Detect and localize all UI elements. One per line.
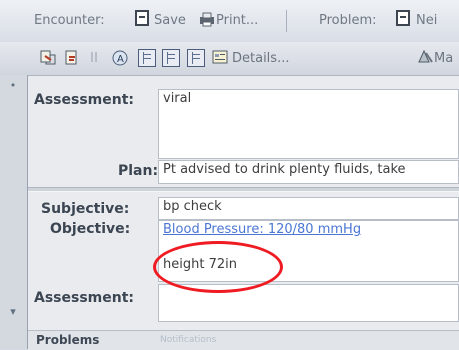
- assessment-label: Assessment:: [34, 92, 135, 108]
- tab-notifications[interactable]: Notifications: [160, 335, 216, 345]
- blood-pressure-link[interactable]: Blood Pressure: 120/80 mmHg: [163, 222, 454, 237]
- section-divider: [28, 187, 459, 192]
- layout-three-icon[interactable]: [187, 49, 205, 67]
- subjective-label: Subjective:: [41, 201, 130, 217]
- details-icon[interactable]: [211, 48, 229, 66]
- main-toolbar: Encounter: Save Print... Problem: Nei: [0, 0, 459, 43]
- new-document-icon[interactable]: [396, 10, 410, 26]
- new-button[interactable]: Nei: [416, 13, 437, 28]
- bottom-tab-bar: Problems Notifications: [28, 330, 459, 350]
- scroll-up-icon[interactable]: •: [7, 80, 19, 92]
- paste-icon[interactable]: [63, 49, 81, 67]
- details-button[interactable]: Details...: [232, 51, 289, 66]
- objective-field[interactable]: Blood Pressure: 120/80 mmHg height 72in: [158, 220, 459, 282]
- encounter-label: Encounter:: [34, 13, 105, 28]
- print-button[interactable]: Print...: [216, 13, 258, 28]
- print-icon[interactable]: [198, 10, 216, 28]
- objective-label: Objective:: [50, 221, 131, 237]
- layout-one-icon[interactable]: [138, 49, 156, 67]
- subjective-field[interactable]: bp check: [158, 197, 459, 220]
- left-scroll-panel[interactable]: • ▾: [0, 75, 28, 349]
- assessment-field[interactable]: viral: [158, 89, 459, 159]
- secondary-toolbar: A Details... Ma: [0, 42, 459, 76]
- more-icon[interactable]: [416, 48, 434, 66]
- plan-field[interactable]: Pt advised to drink plenty fluids, take: [158, 160, 459, 184]
- scroll-down-icon[interactable]: ▾: [7, 306, 19, 318]
- layout-two-icon[interactable]: [162, 49, 180, 67]
- alert-icon[interactable]: A: [111, 49, 129, 67]
- toolbar-divider: [286, 10, 287, 32]
- assessment-value: viral: [163, 91, 192, 106]
- svg-text:A: A: [117, 54, 124, 65]
- plan-label: Plan:: [118, 163, 159, 179]
- objective-height-text: height 72in: [163, 257, 237, 272]
- more-button[interactable]: Ma: [434, 51, 453, 66]
- plan-value: Pt advised to drink plenty fluids, take: [163, 162, 406, 177]
- assessment-label-2: Assessment:: [34, 290, 135, 306]
- subjective-value: bp check: [163, 199, 222, 214]
- problem-label: Problem:: [319, 13, 377, 28]
- copy-icon[interactable]: [39, 49, 57, 67]
- save-icon[interactable]: [135, 10, 149, 26]
- tab-problems[interactable]: Problems: [36, 333, 99, 347]
- save-button[interactable]: Save: [154, 13, 186, 28]
- disabled-icon: [89, 49, 99, 67]
- assessment-field-2[interactable]: [158, 284, 459, 322]
